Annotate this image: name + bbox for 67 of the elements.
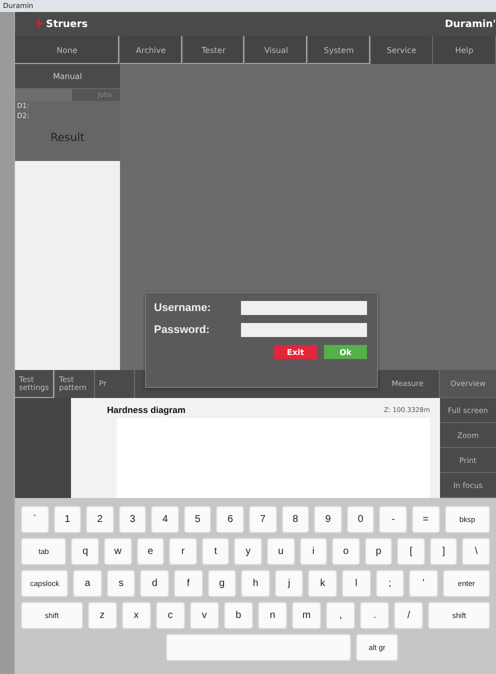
menu-tab[interactable]: Visual bbox=[245, 36, 308, 64]
keyboard-key[interactable]: 2 bbox=[86, 506, 114, 533]
keyboard-key[interactable]: 3 bbox=[118, 506, 146, 533]
keyboard-key[interactable]: 6 bbox=[216, 506, 244, 533]
space-key[interactable] bbox=[166, 634, 351, 661]
keyboard-key[interactable]: = bbox=[412, 506, 440, 533]
keyboard-key[interactable]: w bbox=[104, 538, 132, 565]
keyboard-key[interactable]: 0 bbox=[346, 506, 374, 533]
keyboard-key[interactable]: f bbox=[174, 570, 203, 597]
menu-tab[interactable]: Archive bbox=[120, 36, 183, 64]
menu-tab[interactable]: None bbox=[15, 36, 120, 64]
keyboard-key[interactable]: ] bbox=[430, 538, 458, 565]
menu-tab[interactable]: Help bbox=[433, 36, 496, 64]
keyboard-key[interactable]: 7 bbox=[249, 506, 277, 533]
keyboard-key[interactable]: j bbox=[274, 570, 304, 597]
keyboard-key[interactable]: 8 bbox=[282, 506, 310, 533]
product-name: Duramin' bbox=[444, 18, 496, 30]
keyboard-key[interactable]: p bbox=[364, 538, 392, 565]
keyboard-key[interactable]: d bbox=[140, 570, 169, 597]
keyboard-key[interactable]: 5 bbox=[184, 506, 212, 533]
keyboard-key[interactable]: ; bbox=[376, 570, 404, 597]
mode-button[interactable]: Manual bbox=[15, 64, 120, 88]
keyboard-key[interactable]: ` bbox=[21, 506, 49, 533]
keyboard-key[interactable]: t bbox=[202, 538, 230, 565]
keyboard-key[interactable]: g bbox=[208, 570, 236, 597]
keyboard-key[interactable]: s bbox=[106, 570, 136, 597]
username-field[interactable] bbox=[241, 301, 367, 315]
keyboard-key[interactable]: 1 bbox=[54, 506, 82, 533]
keyboard-key[interactable]: u bbox=[266, 538, 295, 565]
keyboard-key[interactable]: . bbox=[360, 602, 390, 629]
keyboard-key[interactable]: r bbox=[169, 538, 197, 565]
keyboard-key[interactable]: 4 bbox=[151, 506, 179, 533]
keyboard-key[interactable]: b bbox=[224, 602, 253, 629]
keyboard-key[interactable]: [ bbox=[397, 538, 425, 565]
keyboard-key[interactable]: 9 bbox=[314, 506, 342, 533]
password-label: Password: bbox=[154, 324, 210, 336]
keyboard-key[interactable]: i bbox=[300, 538, 328, 565]
diagram-title: Hardness diagram bbox=[107, 405, 186, 415]
keyboard-key[interactable]: m bbox=[292, 602, 322, 629]
keyboard-key[interactable]: c bbox=[156, 602, 185, 629]
keyboard-key[interactable]: l bbox=[342, 570, 371, 597]
keyboard-key[interactable]: h bbox=[241, 570, 270, 597]
menu-tab[interactable]: System bbox=[308, 36, 371, 64]
keyboard-key[interactable]: k bbox=[308, 570, 337, 597]
keyboard-key[interactable]: q bbox=[71, 538, 100, 565]
keyboard-key[interactable]: ' bbox=[409, 570, 438, 597]
keyboard-key[interactable]: / bbox=[394, 602, 424, 629]
menu-tab[interactable]: Tester bbox=[182, 36, 246, 64]
username-label: Username: bbox=[154, 302, 211, 314]
keyboard-key[interactable]: a bbox=[73, 570, 102, 597]
menu-tab[interactable]: Service bbox=[370, 36, 434, 64]
result-label: Result bbox=[50, 130, 86, 146]
password-field[interactable] bbox=[241, 323, 367, 337]
keyboard-key[interactable]: - bbox=[379, 506, 407, 533]
keyboard-key[interactable]: x bbox=[122, 602, 151, 629]
keyboard-key[interactable]: , bbox=[326, 602, 356, 629]
keyboard-key[interactable]: y bbox=[234, 538, 262, 565]
keyboard-key[interactable]: o bbox=[332, 538, 360, 565]
job-field[interactable] bbox=[15, 89, 72, 101]
keyboard-key[interactable]: \ bbox=[462, 538, 490, 565]
keyboard-key[interactable]: e bbox=[136, 538, 164, 565]
logo-icon bbox=[33, 18, 45, 30]
keyboard-key[interactable]: n bbox=[258, 602, 288, 629]
logo-text: Struers bbox=[46, 18, 88, 30]
keyboard-key[interactable]: z bbox=[88, 602, 117, 629]
keyboard-key[interactable]: v bbox=[190, 602, 219, 629]
exit-button[interactable]: Exit bbox=[274, 345, 317, 359]
